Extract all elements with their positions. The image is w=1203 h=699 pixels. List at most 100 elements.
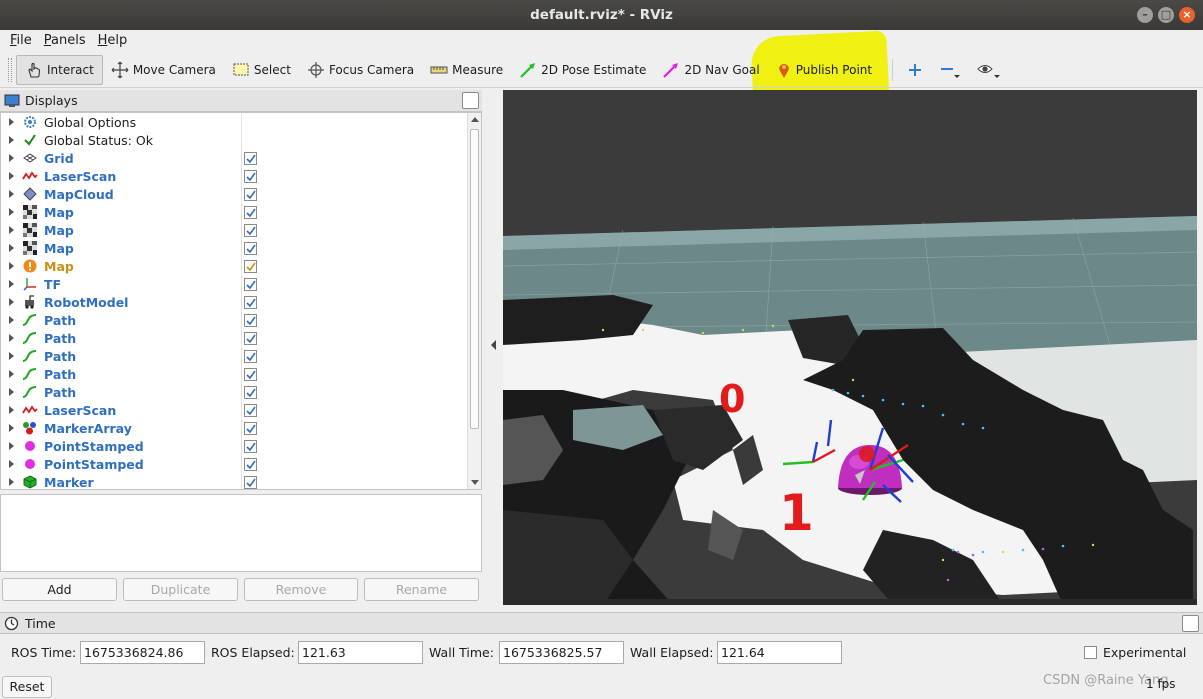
expand-arrow-icon[interactable] bbox=[9, 316, 14, 324]
display-enabled-checkbox[interactable] bbox=[244, 386, 257, 399]
display-row[interactable]: PointStamped bbox=[1, 437, 481, 455]
experimental-checkbox[interactable] bbox=[1084, 646, 1097, 659]
display-enabled-checkbox[interactable] bbox=[244, 440, 257, 453]
remove-display-button[interactable]: Remove bbox=[244, 578, 358, 601]
display-enabled-checkbox[interactable] bbox=[244, 404, 257, 417]
display-enabled-checkbox[interactable] bbox=[244, 260, 257, 273]
display-enabled-checkbox[interactable] bbox=[244, 242, 257, 255]
display-row[interactable]: Global Status: Ok bbox=[1, 131, 481, 149]
expand-arrow-icon[interactable] bbox=[9, 262, 14, 270]
display-row[interactable]: LaserScan bbox=[1, 167, 481, 185]
collapse-left-icon[interactable] bbox=[491, 340, 496, 350]
duplicate-display-button[interactable]: Duplicate bbox=[123, 578, 238, 601]
ros-elapsed-field[interactable]: 121.63 bbox=[298, 641, 423, 664]
interact-tool-button[interactable]: Interact bbox=[16, 54, 103, 85]
pose-estimate-tool-button[interactable]: 2D Pose Estimate bbox=[511, 55, 654, 85]
displays-scrollbar[interactable] bbox=[467, 113, 481, 489]
expand-arrow-icon[interactable] bbox=[9, 172, 14, 180]
expand-arrow-icon[interactable] bbox=[9, 118, 14, 126]
expand-arrow-icon[interactable] bbox=[9, 334, 14, 342]
display-row[interactable]: Path bbox=[1, 365, 481, 383]
display-row[interactable]: Map bbox=[1, 221, 481, 239]
toolbar-grip[interactable] bbox=[8, 57, 12, 82]
expand-arrow-icon[interactable] bbox=[9, 388, 14, 396]
scroll-up-icon[interactable] bbox=[471, 117, 479, 122]
add-display-button[interactable]: Add bbox=[2, 578, 117, 601]
measure-tool-button[interactable]: Measure bbox=[422, 55, 511, 85]
display-row[interactable]: RobotModel bbox=[1, 293, 481, 311]
display-row[interactable]: Path bbox=[1, 347, 481, 365]
display-row[interactable]: MapCloud bbox=[1, 185, 481, 203]
display-row[interactable]: MarkerArray bbox=[1, 419, 481, 437]
display-name: Path bbox=[44, 348, 77, 364]
display-row[interactable]: Path bbox=[1, 329, 481, 347]
expand-arrow-icon[interactable] bbox=[9, 280, 14, 288]
expand-arrow-icon[interactable] bbox=[9, 406, 14, 414]
display-row[interactable]: Map bbox=[1, 203, 481, 221]
display-enabled-checkbox[interactable] bbox=[244, 206, 257, 219]
expand-arrow-icon[interactable] bbox=[9, 208, 14, 216]
publish-point-tool-button[interactable]: Publish Point bbox=[768, 55, 880, 85]
display-enabled-checkbox[interactable] bbox=[244, 278, 257, 291]
display-row[interactable]: PointStamped bbox=[1, 455, 481, 473]
display-enabled-checkbox[interactable] bbox=[244, 422, 257, 435]
expand-arrow-icon[interactable] bbox=[9, 478, 14, 486]
wall-time-field[interactable]: 1675336825.57 bbox=[499, 641, 624, 664]
expand-arrow-icon[interactable] bbox=[9, 226, 14, 234]
display-row[interactable]: Grid bbox=[1, 149, 481, 167]
reset-button[interactable]: Reset bbox=[2, 676, 52, 698]
scroll-down-icon[interactable] bbox=[471, 480, 479, 485]
display-enabled-checkbox[interactable] bbox=[244, 476, 257, 489]
expand-arrow-icon[interactable] bbox=[9, 190, 14, 198]
expand-arrow-icon[interactable] bbox=[9, 370, 14, 378]
display-row[interactable]: TF bbox=[1, 275, 481, 293]
display-enabled-checkbox[interactable] bbox=[244, 314, 257, 327]
focus-camera-tool-button[interactable]: Focus Camera bbox=[299, 55, 422, 85]
remove-tool-button[interactable] bbox=[931, 55, 969, 85]
move-camera-tool-button[interactable]: Move Camera bbox=[103, 55, 224, 85]
display-enabled-checkbox[interactable] bbox=[244, 332, 257, 345]
expand-arrow-icon[interactable] bbox=[9, 136, 14, 144]
display-row[interactable]: Path bbox=[1, 383, 481, 401]
expand-arrow-icon[interactable] bbox=[9, 460, 14, 468]
select-tool-button[interactable]: Select bbox=[224, 55, 299, 85]
ros-time-field[interactable]: 1675336824.86 bbox=[80, 641, 205, 664]
wall-elapsed-field[interactable]: 121.64 bbox=[717, 641, 842, 664]
time-undock-button[interactable] bbox=[1182, 615, 1199, 632]
expand-arrow-icon[interactable] bbox=[9, 244, 14, 252]
maximize-icon[interactable]: □ bbox=[1158, 7, 1174, 23]
display-enabled-checkbox[interactable] bbox=[244, 296, 257, 309]
menu-help[interactable]: Help bbox=[92, 33, 134, 48]
expand-arrow-icon[interactable] bbox=[9, 442, 14, 450]
monitor-icon bbox=[4, 94, 20, 107]
render-viewport-3d[interactable]: 0 1 bbox=[503, 90, 1197, 605]
visibility-tool-button[interactable] bbox=[969, 55, 1009, 85]
menu-file[interactable]: File bbox=[4, 33, 38, 48]
expand-arrow-icon[interactable] bbox=[9, 298, 14, 306]
display-enabled-checkbox[interactable] bbox=[244, 458, 257, 471]
display-enabled-checkbox[interactable] bbox=[244, 188, 257, 201]
scrollbar-thumb[interactable] bbox=[470, 129, 479, 429]
display-row[interactable]: Map bbox=[1, 257, 481, 275]
display-row[interactable]: Path bbox=[1, 311, 481, 329]
display-row[interactable]: Global Options bbox=[1, 113, 481, 131]
display-row[interactable]: LaserScan bbox=[1, 401, 481, 419]
close-icon[interactable]: × bbox=[1179, 7, 1195, 23]
expand-arrow-icon[interactable] bbox=[9, 154, 14, 162]
checkmark-icon bbox=[245, 244, 256, 253]
display-row[interactable]: Map bbox=[1, 239, 481, 257]
expand-arrow-icon[interactable] bbox=[9, 424, 14, 432]
display-enabled-checkbox[interactable] bbox=[244, 152, 257, 165]
display-row[interactable]: Marker bbox=[1, 473, 481, 489]
display-enabled-checkbox[interactable] bbox=[244, 368, 257, 381]
minimize-icon[interactable]: – bbox=[1137, 7, 1153, 23]
add-tool-button[interactable] bbox=[899, 55, 931, 85]
rename-display-button[interactable]: Rename bbox=[364, 578, 479, 601]
nav-goal-tool-button[interactable]: 2D Nav Goal bbox=[654, 55, 767, 85]
expand-arrow-icon[interactable] bbox=[9, 352, 14, 360]
display-enabled-checkbox[interactable] bbox=[244, 224, 257, 237]
displays-undock-button[interactable] bbox=[462, 92, 479, 109]
display-enabled-checkbox[interactable] bbox=[244, 350, 257, 363]
menu-panels[interactable]: Panels bbox=[38, 33, 92, 48]
display-enabled-checkbox[interactable] bbox=[244, 170, 257, 183]
